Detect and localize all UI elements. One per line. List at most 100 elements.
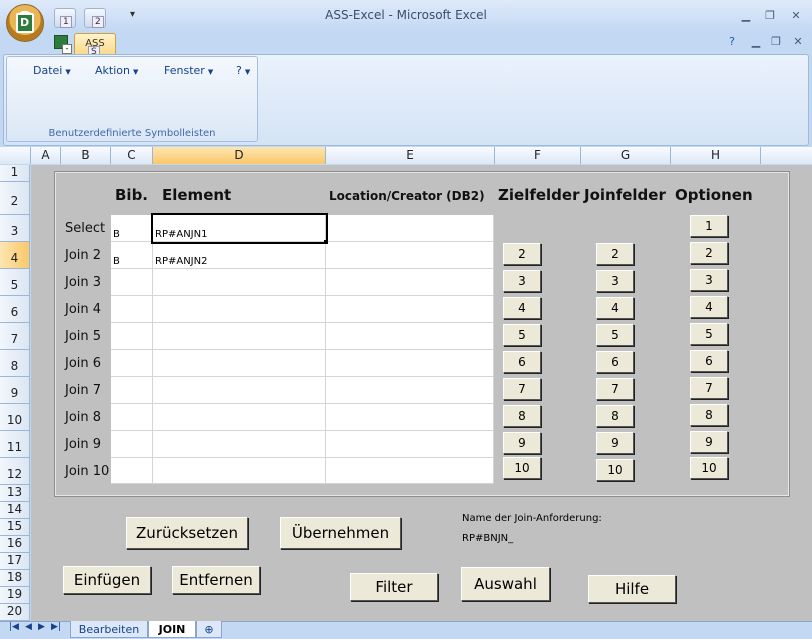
- optionen-button[interactable]: 3: [690, 269, 728, 291]
- zielfelder-button[interactable]: 7: [503, 378, 541, 400]
- reset-button[interactable]: Zurücksetzen: [126, 517, 248, 549]
- element-cell[interactable]: [153, 377, 326, 404]
- row-header[interactable]: 7: [0, 323, 30, 350]
- select-all-corner[interactable]: [0, 147, 31, 164]
- column-header-h[interactable]: H: [671, 147, 761, 164]
- joinfelder-button[interactable]: 2: [596, 243, 634, 265]
- help-button[interactable]: Hilfe: [588, 575, 676, 603]
- joinfelder-button[interactable]: 4: [596, 297, 634, 319]
- join-name-value[interactable]: RP#BNJN_: [462, 533, 513, 544]
- location-cell[interactable]: [326, 323, 494, 350]
- location-cell[interactable]: [326, 377, 494, 404]
- joinfelder-button[interactable]: 7: [596, 378, 634, 400]
- sheet-tab-join[interactable]: JOIN: [148, 621, 196, 638]
- row-header[interactable]: 10: [0, 404, 30, 431]
- zielfelder-button[interactable]: 5: [503, 324, 541, 346]
- zielfelder-button[interactable]: 2: [503, 243, 541, 265]
- optionen-button[interactable]: 7: [690, 377, 728, 399]
- bib-cell[interactable]: [111, 269, 153, 296]
- joinfelder-button[interactable]: 6: [596, 351, 634, 373]
- location-cell[interactable]: [326, 242, 494, 269]
- joinfelder-button[interactable]: 10: [596, 459, 634, 481]
- menu-help[interactable]: ? ▼: [236, 64, 250, 77]
- sheet-tab-bearbeiten[interactable]: Bearbeiten: [70, 621, 148, 638]
- prev-sheet-icon[interactable]: ◀: [25, 622, 32, 632]
- zielfelder-button[interactable]: 3: [503, 270, 541, 292]
- first-sheet-icon[interactable]: |◀: [9, 622, 19, 632]
- row-header[interactable]: 20: [0, 604, 30, 621]
- column-header-e[interactable]: E: [326, 147, 495, 164]
- column-header-f[interactable]: F: [495, 147, 581, 164]
- bib-cell[interactable]: [111, 377, 153, 404]
- element-cell[interactable]: [153, 458, 326, 484]
- qat-customize-icon[interactable]: ▾: [130, 9, 135, 20]
- location-cell[interactable]: [326, 215, 494, 242]
- optionen-button[interactable]: 9: [690, 431, 728, 453]
- row-header[interactable]: 18: [0, 570, 30, 587]
- row-header[interactable]: 8: [0, 350, 30, 377]
- row-header[interactable]: 3: [0, 215, 30, 242]
- optionen-button[interactable]: 10: [690, 457, 728, 479]
- optionen-button[interactable]: 1: [690, 215, 728, 237]
- optionen-button[interactable]: 2: [690, 242, 728, 264]
- column-header-a[interactable]: A: [31, 147, 61, 164]
- optionen-button[interactable]: 8: [690, 404, 728, 426]
- zielfelder-button[interactable]: 6: [503, 351, 541, 373]
- insert-sheet-icon[interactable]: ⊕: [196, 621, 222, 638]
- ribbon-close-icon[interactable]: ✕: [790, 35, 806, 49]
- apply-button[interactable]: Übernehmen: [280, 517, 401, 549]
- element-cell[interactable]: [153, 350, 326, 377]
- save-qat-button[interactable]: 1: [54, 8, 76, 28]
- element-cell[interactable]: [153, 323, 326, 350]
- zielfelder-button[interactable]: 8: [503, 405, 541, 427]
- insert-button[interactable]: Einfügen: [63, 566, 151, 594]
- ribbon-minimize-icon[interactable]: ▁: [748, 35, 764, 49]
- row-header[interactable]: 11: [0, 431, 30, 458]
- row-header[interactable]: 6: [0, 296, 30, 323]
- office-button[interactable]: D: [6, 4, 44, 42]
- zielfelder-button[interactable]: 4: [503, 297, 541, 319]
- column-header-c[interactable]: C: [111, 147, 153, 164]
- joinfelder-button[interactable]: 9: [596, 432, 634, 454]
- bib-cell[interactable]: B: [111, 215, 153, 242]
- ribbon-restore-icon[interactable]: ❐: [768, 35, 784, 49]
- close-icon[interactable]: ✕: [788, 9, 804, 23]
- undo-qat-button[interactable]: 2: [84, 8, 106, 28]
- minimize-icon[interactable]: ▁: [738, 9, 754, 23]
- optionen-button[interactable]: 5: [690, 323, 728, 345]
- element-cell-selected[interactable]: RP#ANJN1: [151, 213, 328, 244]
- help-icon[interactable]: ?: [724, 35, 740, 49]
- row-header[interactable]: 13: [0, 485, 30, 502]
- column-header-d[interactable]: D: [153, 147, 326, 164]
- row-header[interactable]: 9: [0, 377, 30, 404]
- optionen-button[interactable]: 6: [690, 350, 728, 372]
- row-header[interactable]: 4: [0, 242, 30, 269]
- column-header-b[interactable]: B: [61, 147, 111, 164]
- joinfelder-button[interactable]: 8: [596, 405, 634, 427]
- fill-handle[interactable]: [324, 240, 328, 244]
- row-header[interactable]: 17: [0, 553, 30, 570]
- location-cell[interactable]: [326, 269, 494, 296]
- zielfelder-button[interactable]: 10: [503, 457, 541, 479]
- optionen-button[interactable]: 4: [690, 296, 728, 318]
- row-header[interactable]: 12: [0, 458, 30, 485]
- column-header-g[interactable]: G: [581, 147, 671, 164]
- filter-button[interactable]: Filter: [350, 573, 438, 601]
- bib-cell[interactable]: [111, 458, 153, 484]
- bib-cell[interactable]: B: [111, 242, 153, 269]
- location-cell[interactable]: [326, 296, 494, 323]
- location-cell[interactable]: [326, 350, 494, 377]
- restore-icon[interactable]: ❐: [762, 9, 778, 23]
- bib-cell[interactable]: [111, 350, 153, 377]
- element-cell[interactable]: [153, 296, 326, 323]
- last-sheet-icon[interactable]: ▶|: [51, 622, 61, 632]
- zielfelder-button[interactable]: 9: [503, 432, 541, 454]
- row-header[interactable]: 5: [0, 269, 30, 296]
- row-header[interactable]: 15: [0, 519, 30, 536]
- row-header[interactable]: 14: [0, 502, 30, 519]
- bib-cell[interactable]: [111, 404, 153, 431]
- row-header[interactable]: 19: [0, 587, 30, 604]
- element-cell[interactable]: RP#ANJN2: [153, 242, 326, 269]
- row-header[interactable]: 16: [0, 536, 30, 553]
- menu-datei[interactable]: Datei ▼: [33, 64, 71, 77]
